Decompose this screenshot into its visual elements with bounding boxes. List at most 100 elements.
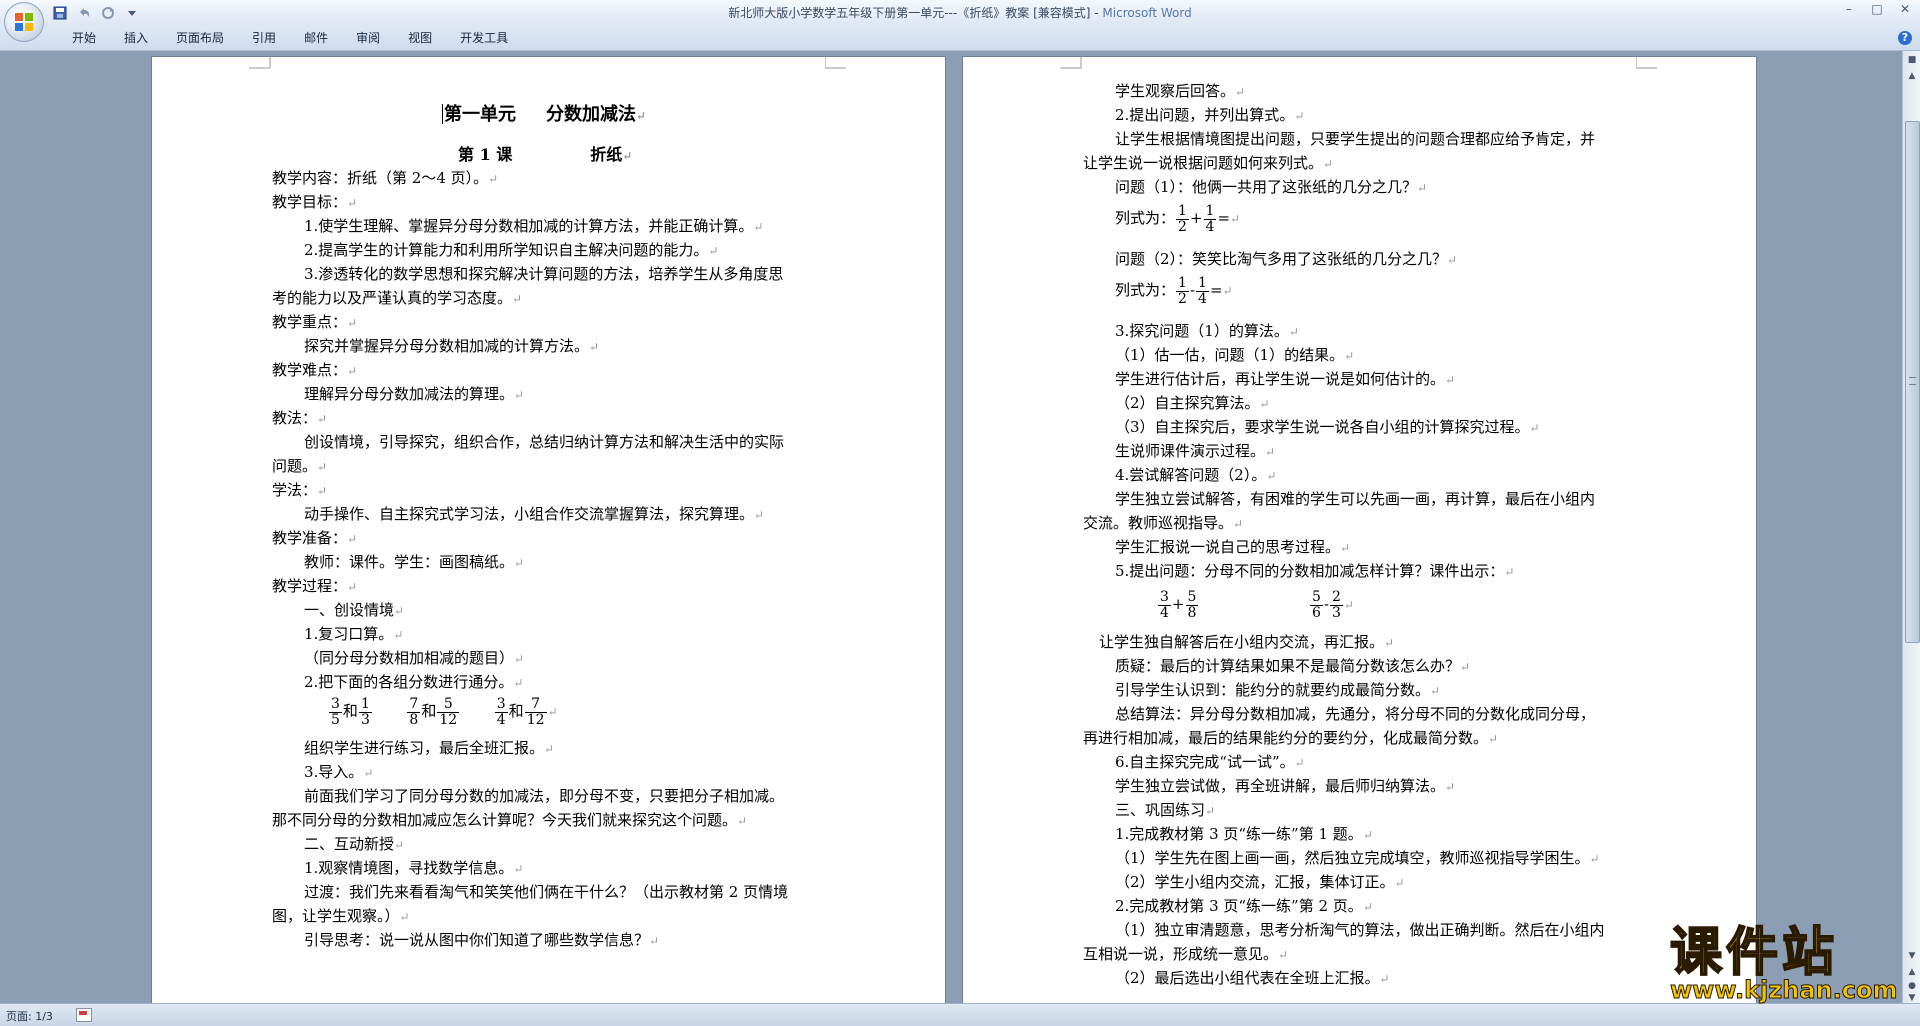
proofing-status-icon[interactable] (76, 1008, 92, 1022)
tab-insert[interactable]: 插入 (110, 30, 162, 46)
paragraph: 1.使学生理解、掌握异分母分数相加减的计算方法，并能正确计算。↵ (304, 217, 764, 235)
title-bar: 新北师大版小学数学五年级下册第一单元---《折纸》教案 [兼容模式] - Mic… (0, 0, 1920, 26)
heading-lesson: 第 1 课折纸↵ (458, 145, 633, 164)
page-1[interactable]: 第一单元 分数加减法↵ 第 1 课折纸↵ 教学内容：折纸（第 2～4 页）。↵ 教… (151, 56, 946, 1008)
fraction: 35 (329, 695, 342, 728)
tab-references[interactable]: 引用 (238, 30, 290, 46)
paragraph: 组织学生进行练习，最后全班汇报。↵ (304, 739, 555, 757)
paragraph: 2.完成教材第 3 页“练一练”第 2 页。↵ (1115, 897, 1373, 915)
window-controls: – □ ✕ (1842, 2, 1912, 16)
quick-access-toolbar (52, 3, 140, 23)
paragraph: 教学内容：折纸（第 2～4 页）。↵ (272, 169, 499, 187)
paragraph: （1）学生先在图上画一画，然后独立完成填空，教师巡视指导学困生。↵ (1115, 849, 1600, 867)
ribbon-tabs: 开始 插入 页面布局 引用 邮件 审阅 视图 开发工具 (58, 30, 522, 46)
vertical-scrollbar[interactable]: ■ ▲ ▼ ▲ ● ▼ (1902, 51, 1920, 1003)
margin-corner-mark (249, 57, 271, 69)
heading-lesson-number: 第 1 课 (458, 145, 513, 164)
paragraph: 过渡：我们先来看看淘气和笑笑他们俩在干什么？（出示教材第 2 页情境 (304, 883, 789, 901)
watermark-text: 课件站 (1669, 923, 1839, 983)
office-button[interactable] (4, 2, 44, 42)
paragraph: 前面我们学习了同分母分数的加减法，即分母不变，只要把分子相加减。 (304, 787, 785, 805)
fraction: 5 12 (437, 695, 460, 728)
paragraph: 学生独立尝试解答，有困难的学生可以先画一画，再计算，最后在小组内 (1115, 490, 1596, 508)
paragraph: （2）最后选出小组代表在全班上汇报。↵ (1115, 969, 1390, 987)
tab-developer[interactable]: 开发工具 (446, 30, 522, 46)
margin-corner-mark (825, 57, 846, 69)
paragraph: 问题（1）：他俩一共用了这张纸的几分之几？↵ (1115, 178, 1428, 196)
paragraph: 创设情境，引导探究，组织合作，总结归纳计算方法和解决生活中的实际 (304, 433, 785, 451)
task-formulas: 3 4 +5 8 5 6-2 3 ↵ (1158, 588, 1354, 621)
paragraph: 生说师课件演示过程。↵ (1115, 442, 1276, 460)
page-count[interactable]: 页面: 1/3 (6, 1008, 53, 1024)
heading-unit-number: 第一单元 (444, 104, 516, 125)
paragraph: （3）自主探究后，要求学生说一说各自小组的计算探究过程。↵ (1115, 418, 1540, 436)
paragraph: 1.完成教材第 3 页“练一练”第 1 题。↵ (1115, 825, 1373, 843)
window-title: 新北师大版小学数学五年级下册第一单元---《折纸》教案 [兼容模式] - Mic… (560, 4, 1360, 21)
fraction: 56 (1309, 588, 1323, 621)
fraction: 14 (1203, 202, 1217, 235)
paragraph: 学生进行估计后，再让学生说一说是如何估计的。↵ (1115, 370, 1456, 388)
paragraph: 引导学生认识到：能约分的就要约成最简分数。↵ (1115, 681, 1441, 699)
paragraph: 质疑：最后的计算结果如果不是最简分数该怎么办？↵ (1115, 657, 1471, 675)
fraction: 13 (358, 695, 372, 728)
help-icon[interactable]: ? (1898, 31, 1912, 45)
fraction: 34 (1158, 588, 1171, 621)
paragraph: 学生汇报说一说自己的思考过程。↵ (1115, 538, 1351, 556)
undo-icon[interactable] (76, 5, 92, 21)
paragraph: 学生观察后回答。↵ (1115, 82, 1246, 100)
heading-unit-title: 分数加减法 (546, 104, 636, 125)
previous-page-icon[interactable]: ▲ (1905, 965, 1919, 979)
paragraph: 1.复习口算。↵ (304, 625, 404, 643)
tab-page-layout[interactable]: 页面布局 (162, 30, 238, 46)
paragraph: 教师：课件。学生：画图稿纸。↵ (304, 553, 525, 571)
ruler-toggle-icon[interactable]: ■ (1905, 53, 1919, 67)
page-2[interactable]: 学生观察后回答。↵ 2.提出问题，并列出算式。↵ 让学生根据情境图提出问题，只要… (962, 56, 1757, 1008)
save-icon[interactable] (52, 5, 68, 21)
status-bar: 页面: 1/3 (0, 1003, 1920, 1026)
scrollbar-thumb[interactable] (1905, 121, 1920, 643)
fraction-pairs: 35和13 7 8 和 5 12 3 4 和 7 12 ↵ (329, 695, 558, 728)
paragraph: （1）独立审清题意，思考分析淘气的算法，做出正确判断。然后在小组内 (1115, 921, 1605, 939)
redo-icon[interactable] (100, 5, 116, 21)
paragraph: （1）估一估，问题（1）的结果。↵ (1115, 346, 1355, 364)
heading-unit: 第一单元 分数加减法↵ (442, 104, 647, 125)
tab-view[interactable]: 视图 (394, 30, 446, 46)
document-area: 第一单元 分数加减法↵ 第 1 课折纸↵ 教学内容：折纸（第 2～4 页）。↵ 教… (0, 51, 1902, 1008)
scroll-down-icon[interactable]: ▼ (1905, 949, 1919, 963)
paragraph: 再进行相加减，最后的结果能约分的要约分，化成最简分数。↵ (1083, 729, 1499, 747)
fraction: 7 12 (524, 695, 547, 728)
paragraph: 3.渗透转化的数学思想和探究解决计算问题的方法，培养学生从多角度思 (304, 265, 784, 283)
close-icon[interactable]: ✕ (1898, 2, 1912, 16)
paragraph: 4.尝试解答问题（2）。↵ (1115, 466, 1277, 484)
fraction: 23 (1329, 588, 1343, 621)
paragraph: 引导思考：说一说从图中你们知道了哪些数学信息？↵ (304, 931, 660, 949)
paragraph: 三、巩固练习↵ (1115, 801, 1216, 819)
customize-icon[interactable] (124, 5, 140, 21)
fraction: 58 (1185, 588, 1199, 621)
paragraph: 动手操作、自主探究式学习法，小组合作交流掌握算法，探究算理。↵ (304, 505, 765, 523)
formula-difference: 列式为： 1 2-1 4 =↵ (1115, 274, 1233, 307)
office-logo-icon (15, 13, 33, 31)
fraction: 12 (1176, 202, 1189, 235)
paragraph: 学生独立尝试做，再全班讲解，最后师归纳算法。↵ (1115, 777, 1456, 795)
scroll-up-icon[interactable]: ▲ (1905, 69, 1919, 83)
paragraph: 图，让学生观察。）↵ (272, 907, 410, 925)
paragraph: 教学重点：↵ (272, 313, 358, 331)
paragraph: 那不同分母的分数相加减应怎么计算呢？今天我们就来探究这个问题。↵ (272, 811, 748, 829)
fraction: 34 (494, 695, 508, 728)
paragraph: 教学准备：↵ (272, 529, 358, 547)
tab-review[interactable]: 审阅 (342, 30, 394, 46)
maximize-icon[interactable]: □ (1870, 2, 1884, 16)
minimize-icon[interactable]: – (1842, 2, 1856, 16)
tab-mailings[interactable]: 邮件 (290, 30, 342, 46)
paragraph: 2.提高学生的计算能力和利用所学知识自主解决问题的能力。↵ (304, 241, 719, 259)
paragraph: （2）自主探究算法。↵ (1115, 394, 1270, 412)
paragraph: 问题（2）：笑笑比淘气多用了这张纸的几分之几？↵ (1115, 250, 1458, 268)
app-name: Microsoft Word (1102, 6, 1192, 20)
tab-home[interactable]: 开始 (58, 30, 110, 46)
paragraph: 5.提出问题：分母不同的分数相加减怎样计算？课件出示：↵ (1115, 562, 1515, 580)
paragraph: （同分母分数相加相减的题目）↵ (304, 649, 525, 667)
heading-lesson-title: 折纸 (590, 145, 623, 164)
margin-corner-mark (1060, 57, 1082, 69)
paragraph: 总结算法：异分母分数相加减，先通分，将分母不同的分数化成同分母， (1115, 705, 1596, 723)
